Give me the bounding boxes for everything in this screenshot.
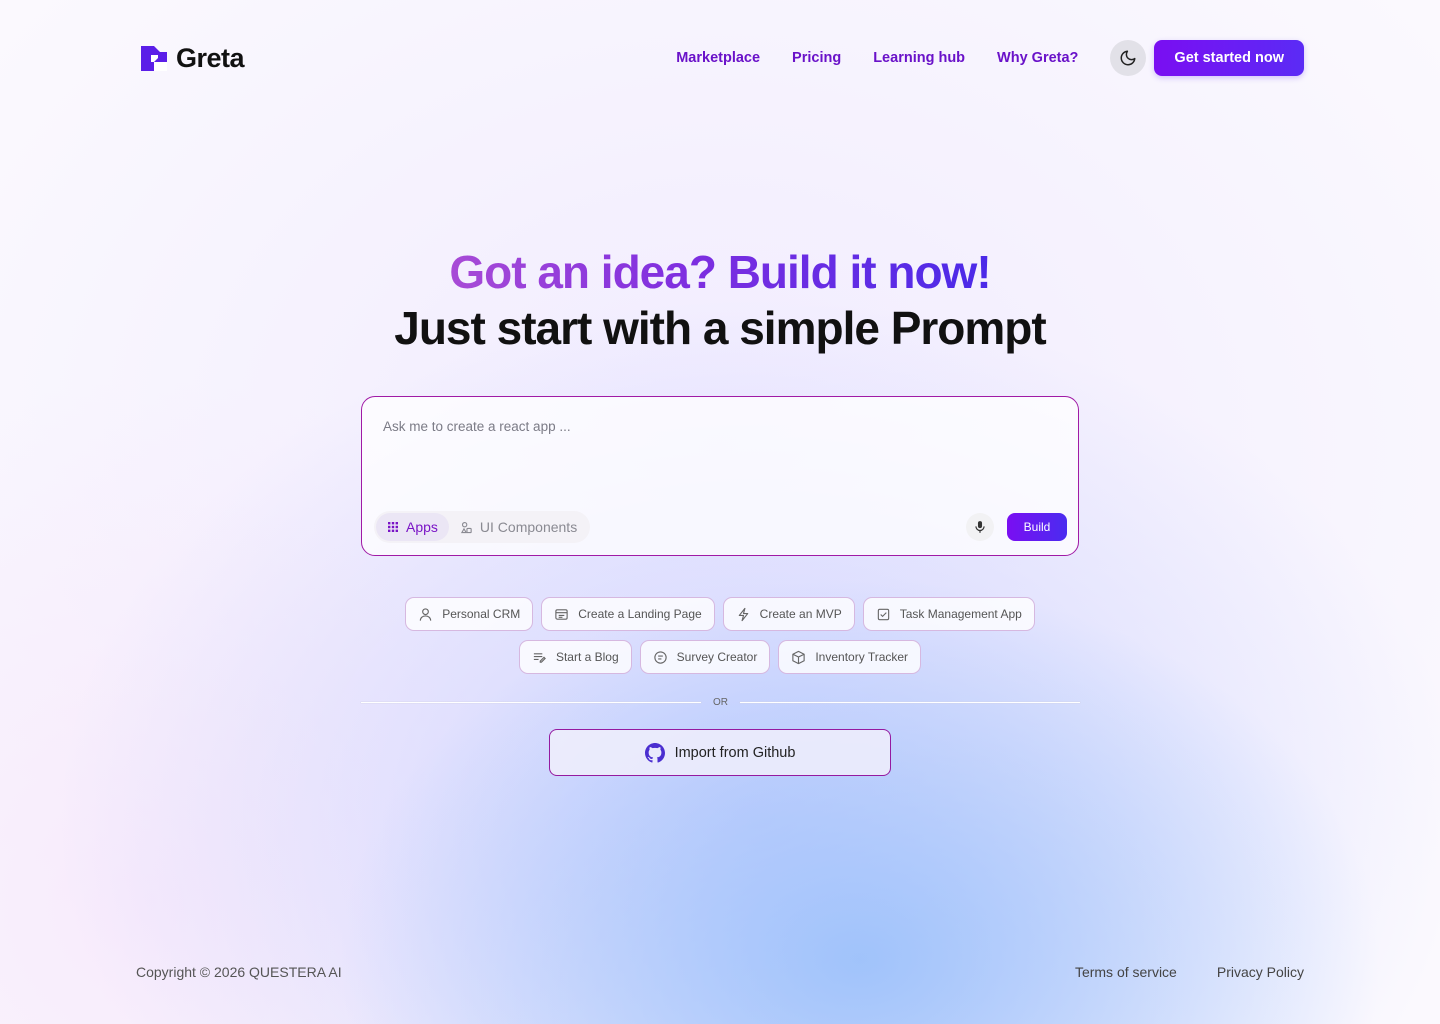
- suggestion-label: Personal CRM: [442, 607, 521, 621]
- list-circle-icon: [653, 650, 667, 664]
- footer-links: Terms of service Privacy Policy: [1075, 964, 1304, 980]
- microphone-icon: [975, 521, 985, 533]
- nav-why-greta[interactable]: Why Greta?: [997, 50, 1078, 66]
- nav-pricing[interactable]: Pricing: [792, 50, 841, 66]
- nav-marketplace[interactable]: Marketplace: [676, 50, 760, 66]
- moon-icon: [1120, 50, 1136, 66]
- greta-logo-icon: [141, 46, 167, 71]
- nav-learning-hub[interactable]: Learning hub: [873, 50, 965, 66]
- import-github-button[interactable]: Import from Github: [549, 729, 891, 776]
- suggestion-label: Survey Creator: [676, 650, 758, 664]
- main-nav: Marketplace Pricing Learning hub Why Gre…: [676, 50, 1078, 66]
- logo[interactable]: Greta: [140, 42, 245, 74]
- grid-icon: [388, 522, 398, 532]
- browser-icon: [555, 608, 568, 620]
- mode-apps-button[interactable]: Apps: [376, 513, 449, 541]
- divider-label: OR: [713, 696, 728, 708]
- footer: Copyright © 2026 QUESTERA AI Terms of se…: [136, 964, 1304, 980]
- theme-toggle-button[interactable]: [1110, 40, 1147, 76]
- mode-ui-components-button[interactable]: UI Components: [449, 513, 588, 541]
- suggestion-landing-page[interactable]: Create a Landing Page: [541, 597, 715, 631]
- mode-ui-components-label: UI Components: [479, 519, 578, 535]
- build-button[interactable]: Build: [1007, 513, 1067, 541]
- terms-link[interactable]: Terms of service: [1075, 964, 1177, 980]
- hero: Got an idea? Build it now! Just start wi…: [0, 244, 1440, 356]
- zap-icon: [738, 607, 748, 621]
- top-header: Greta Marketplace Pricing Learning hub W…: [140, 40, 1304, 76]
- divider-line-left: [361, 701, 701, 703]
- user-icon: [419, 607, 432, 621]
- prompt-input[interactable]: [383, 419, 1043, 434]
- suggestion-survey-creator[interactable]: Survey Creator: [639, 640, 771, 674]
- suggestion-mvp[interactable]: Create an MVP: [722, 597, 855, 631]
- microphone-button[interactable]: [966, 513, 994, 541]
- suggestions-row-1: Personal CRM Create a Landing Page Creat…: [0, 597, 1440, 631]
- suggestion-label: Start a Blog: [555, 650, 619, 664]
- prompt-box: Apps UI Components Build: [361, 396, 1079, 556]
- suggestions-row-2: Start a Blog Survey Creator Inventory Tr…: [0, 640, 1440, 674]
- suggestion-label: Inventory Tracker: [815, 650, 909, 664]
- suggestion-label: Task Management App: [899, 607, 1022, 621]
- copyright: Copyright © 2026 QUESTERA AI: [136, 964, 342, 980]
- get-started-button[interactable]: Get started now: [1154, 40, 1304, 76]
- mode-toggle: Apps UI Components: [374, 511, 591, 543]
- suggestion-label: Create a Landing Page: [578, 607, 702, 621]
- import-github-label: Import from Github: [674, 744, 796, 761]
- edit-lines-icon: [533, 652, 546, 663]
- brand-name: Greta: [176, 42, 245, 73]
- privacy-link[interactable]: Privacy Policy: [1217, 964, 1304, 980]
- divider-line-right: [740, 701, 1080, 703]
- hero-headline: Got an idea? Build it now!: [449, 246, 991, 298]
- suggestion-label: Create an MVP: [759, 607, 842, 621]
- suggestion-personal-crm[interactable]: Personal CRM: [405, 597, 534, 631]
- suggestion-inventory-tracker[interactable]: Inventory Tracker: [778, 640, 922, 674]
- suggestion-start-blog[interactable]: Start a Blog: [518, 640, 632, 674]
- mode-apps-label: Apps: [406, 519, 438, 535]
- checklist-icon: [877, 608, 889, 620]
- github-icon: [644, 742, 665, 763]
- box-icon: [792, 650, 806, 664]
- shapes-icon: [460, 521, 472, 533]
- hero-subheadline: Just start with a simple Prompt: [394, 302, 1046, 354]
- suggestion-task-management[interactable]: Task Management App: [862, 597, 1035, 631]
- or-divider: OR: [361, 694, 1080, 710]
